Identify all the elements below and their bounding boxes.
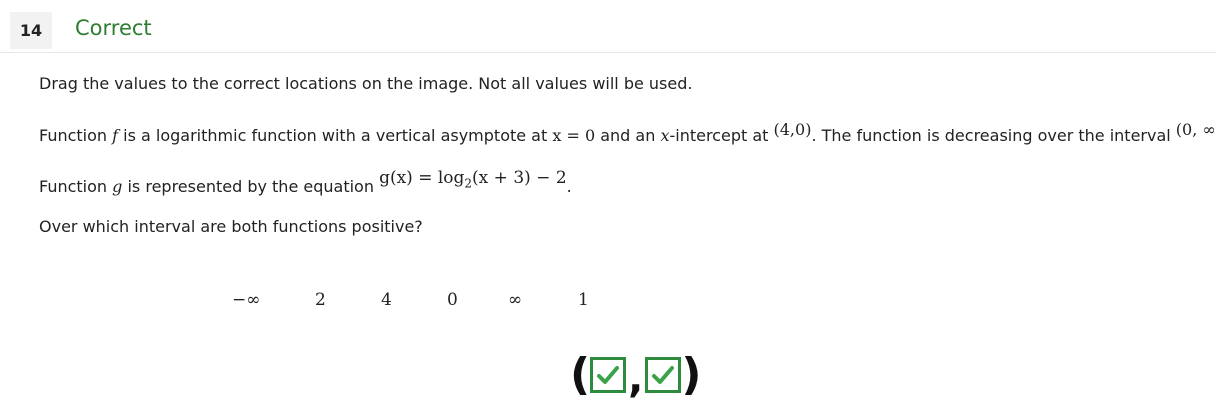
log-base: 2 xyxy=(464,176,473,191)
value-tile[interactable]: 4 xyxy=(381,290,392,310)
g-equation: g(x) = log2(x + 3) − 2 xyxy=(379,168,567,191)
decreasing-interval: (0, ∞) xyxy=(1175,120,1216,139)
var-g: g xyxy=(112,177,123,196)
drop-zone-upper-bound[interactable] xyxy=(645,357,682,393)
text: . xyxy=(566,177,572,196)
value-tile[interactable]: 1 xyxy=(578,290,589,310)
drop-zone-lower-bound[interactable] xyxy=(590,357,627,393)
function-f-description: Function f is a logarithmic function wit… xyxy=(39,120,1216,145)
open-paren: ( xyxy=(570,349,591,400)
text: is a logarithmic function with a vertica… xyxy=(118,126,553,145)
question-number: 14 xyxy=(10,12,52,49)
question-text: Over which interval are both functions p… xyxy=(39,217,423,236)
close-paren: ) xyxy=(681,349,702,400)
value-tile[interactable]: 2 xyxy=(315,290,326,310)
question-header: 14 Correct xyxy=(0,0,1216,53)
value-tile[interactable]: −∞ xyxy=(232,290,260,310)
instructions-text: Drag the values to the correct locations… xyxy=(39,74,693,93)
text: -intercept at xyxy=(669,126,774,145)
x-intercept-point: (4,0) xyxy=(773,120,812,139)
comma: , xyxy=(628,356,644,402)
text: Function xyxy=(39,177,113,196)
draggable-values-bank: −∞ 2 4 0 ∞ 1 xyxy=(0,290,1216,318)
equation-rhs: (x + 3) − 2 xyxy=(472,168,567,188)
check-icon xyxy=(652,366,675,384)
text: Function xyxy=(39,126,113,145)
value-tile[interactable]: ∞ xyxy=(508,290,522,310)
value-tile[interactable]: 0 xyxy=(447,290,458,310)
check-icon xyxy=(597,366,620,384)
status-label: Correct xyxy=(75,16,152,40)
answer-interval: ( , ) xyxy=(570,349,702,403)
asymptote-equation: x = 0 xyxy=(552,126,596,145)
text: is represented by the equation xyxy=(122,177,380,196)
equation-lhs: g(x) = log xyxy=(379,168,465,188)
text: and an xyxy=(595,126,661,145)
function-g-description: Function g is represented by the equatio… xyxy=(39,168,572,199)
text: . The function is decreasing over the in… xyxy=(811,126,1176,145)
